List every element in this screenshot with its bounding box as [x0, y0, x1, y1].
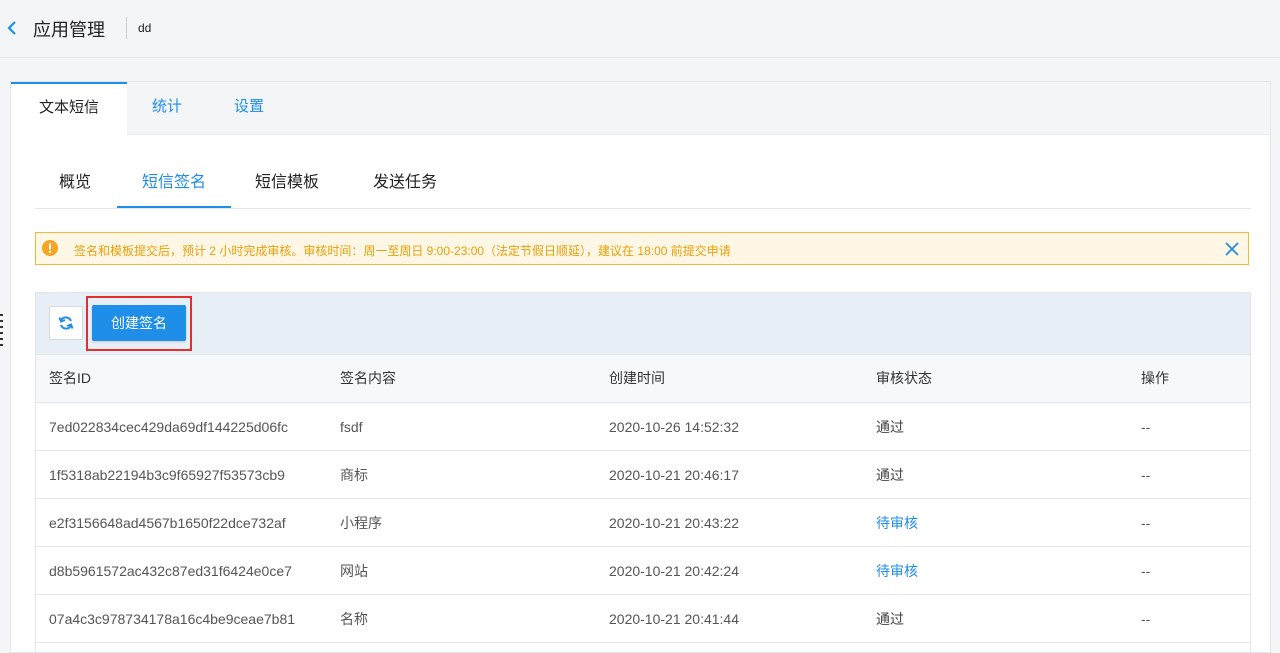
cell-content: 小程序 [340, 515, 382, 531]
cell-created: 2020-10-26 14:52:32 [609, 419, 739, 435]
cell-id: e2f3156648ad4567b1650f22dce732af [49, 515, 286, 531]
top-bar: 应用管理 dd [0, 0, 1280, 58]
subtab-sms-signature[interactable]: 短信签名 [117, 170, 231, 208]
cell-status: 待审核 [876, 563, 918, 579]
cell-created: 2020-10-21 20:46:17 [609, 467, 739, 483]
cell-action: -- [1141, 611, 1151, 627]
cell-id: 07a4c3c978734178a16c4be9ceae7b81 [49, 611, 296, 627]
column-header-created: 创建时间 [609, 370, 665, 386]
cell-created: 2020-10-21 20:41:44 [609, 611, 739, 627]
cell-status: 待审核 [876, 515, 918, 531]
cell-status: 通过 [876, 467, 904, 483]
cell-content: 名称 [340, 611, 368, 627]
subtab-sms-template[interactable]: 短信模板 [247, 170, 327, 207]
warning-icon [42, 240, 58, 256]
cell-action: -- [1141, 563, 1151, 579]
signature-table-panel: 创建签名 签名ID 签名内容 创建时间 审核状态 操作 7ed022834cec… [35, 292, 1251, 652]
cell-content: 商标 [340, 467, 368, 483]
cell-action: -- [1141, 515, 1151, 531]
cell-id: 7ed022834cec429da69df144225d06fc [49, 419, 289, 435]
table-row: d8b5961572ac432c87ed31f6424e0ce7 网站 2020… [36, 547, 1250, 595]
cell-status: 通过 [876, 419, 904, 435]
cell-content: 网站 [340, 563, 368, 579]
notice-text: 签名和模板提交后，预计 2 小时完成审核。审核时间：周一至周日 9:00-23:… [74, 244, 731, 258]
cell-action: -- [1141, 419, 1151, 435]
column-header-id: 签名ID [49, 370, 91, 386]
table-header: 签名ID 签名内容 创建时间 审核状态 操作 [36, 354, 1250, 403]
column-header-content: 签名内容 [340, 370, 396, 386]
subtab-overview[interactable]: 概览 [45, 170, 105, 207]
column-header-status: 审核状态 [876, 370, 932, 386]
title-divider [126, 17, 127, 39]
table-row: 7ed022834cec429da69df144225d06fc fsdf 20… [36, 403, 1250, 451]
card-tab-bar: 文本短信 统计 设置 [11, 82, 1270, 135]
sub-tab-bar: 概览 短信签名 短信模板 发送任务 [35, 170, 1251, 209]
tab-settings[interactable]: 设置 [221, 82, 277, 134]
table-row: 1f5318ab22194b3c9f65927f53573cb9 商标 2020… [36, 451, 1250, 499]
refresh-icon [58, 316, 74, 330]
refresh-button[interactable] [49, 306, 83, 340]
subtab-send-task[interactable]: 发送任务 [365, 170, 445, 207]
tab-statistics[interactable]: 统计 [139, 82, 195, 134]
close-icon[interactable] [1224, 241, 1240, 257]
tab-text-sms[interactable]: 文本短信 [11, 82, 127, 135]
cell-id: 1f5318ab22194b3c9f65927f53573cb9 [49, 467, 285, 483]
cell-created: 2020-10-21 20:42:24 [609, 563, 739, 579]
chevron-left-icon[interactable] [4, 18, 20, 38]
column-header-action: 操作 [1141, 370, 1169, 386]
cell-content: fsdf [340, 419, 363, 435]
page-title: 应用管理 [33, 20, 105, 40]
table-toolbar: 创建签名 [36, 293, 1250, 354]
main-card: 文本短信 统计 设置 概览 短信签名 短信模板 发送任务 签名和模板提交后，预计… [10, 81, 1271, 653]
cell-created: 2020-10-21 20:43:22 [609, 515, 739, 531]
cell-action: -- [1141, 467, 1151, 483]
cell-id: d8b5961572ac432c87ed31f6424e0ce7 [49, 563, 292, 579]
table-row: 07a4c3c978734178a16c4be9ceae7b81 名称 2020… [36, 595, 1250, 643]
create-signature-button[interactable]: 创建签名 [92, 305, 186, 341]
edge-marks [0, 314, 3, 354]
table-row: e2f3156648ad4567b1650f22dce732af 小程序 202… [36, 499, 1250, 547]
notice-banner: 签名和模板提交后，预计 2 小时完成审核。审核时间：周一至周日 9:00-23:… [35, 232, 1249, 265]
app-name: dd [138, 21, 152, 35]
cell-status: 通过 [876, 611, 904, 627]
